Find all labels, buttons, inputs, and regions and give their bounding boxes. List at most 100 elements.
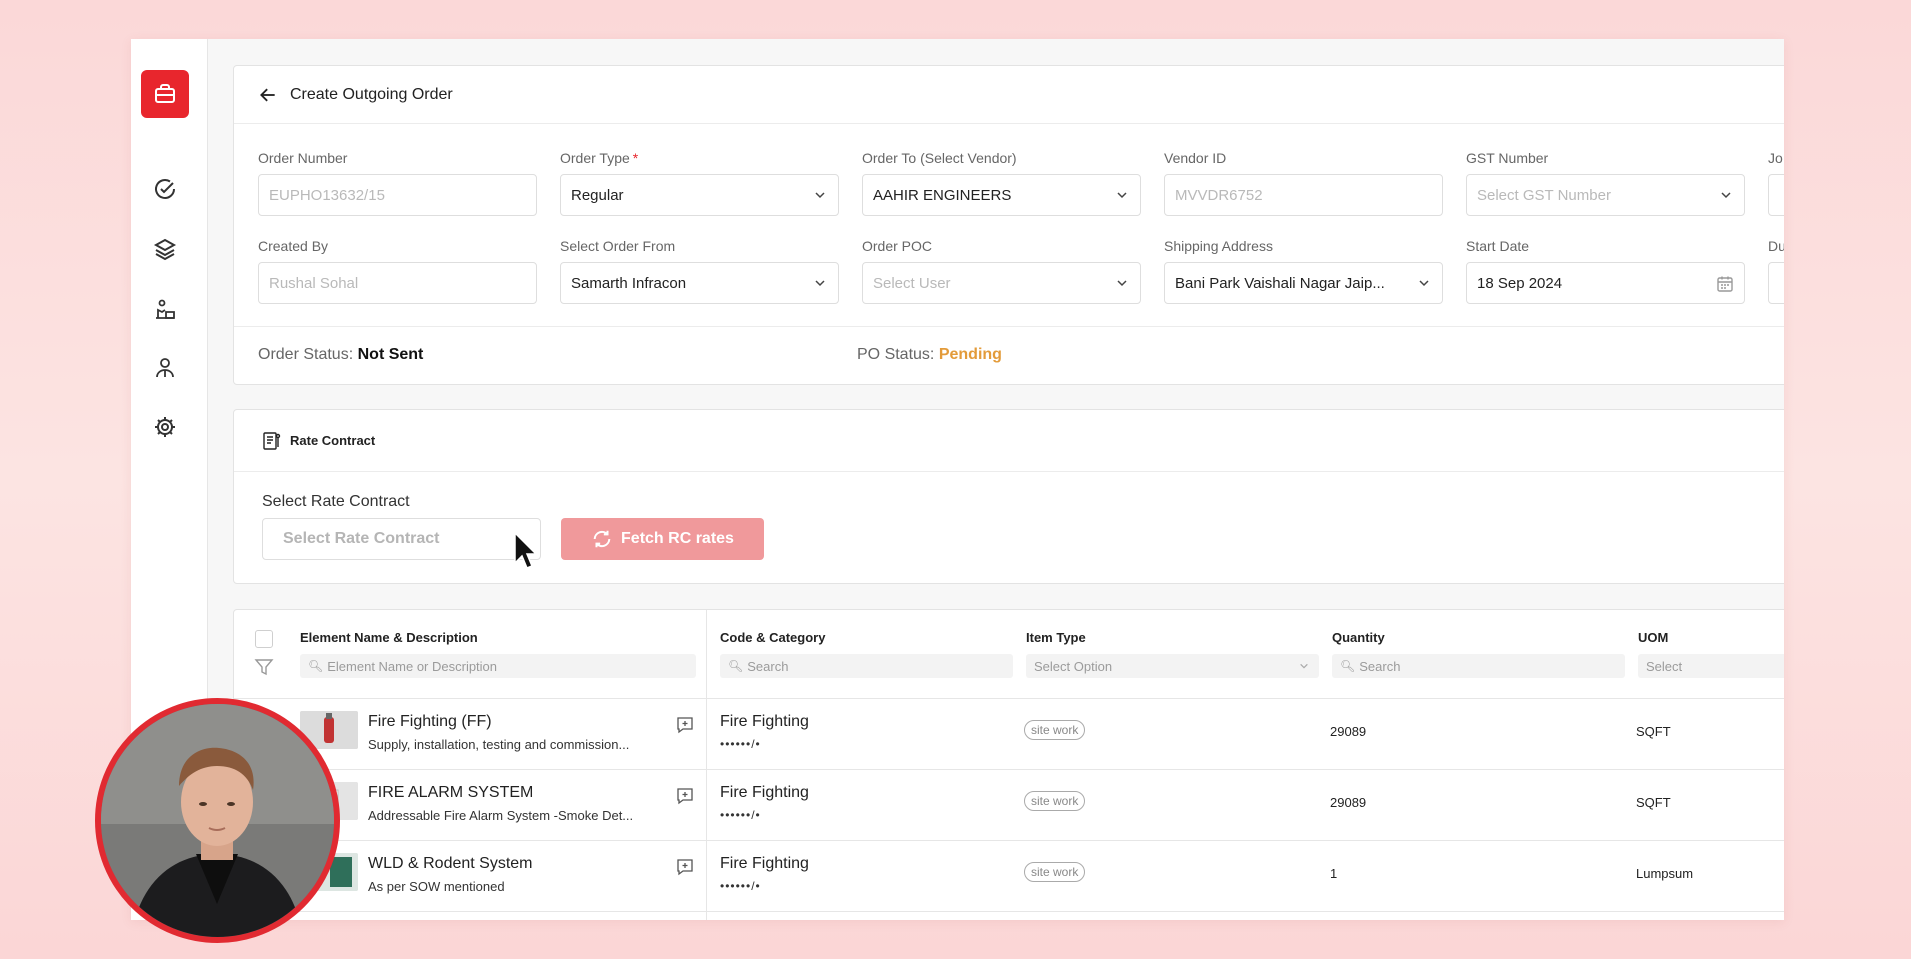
table-row[interactable]: Fire Fighting (FF) Supply, installation,…	[234, 699, 1784, 769]
col-header-quantity[interactable]: Quantity	[1332, 630, 1385, 645]
order-form-card: Create Outgoing Order Order Number EUPHO…	[233, 65, 1784, 385]
created-by-field: Created By Rushal Sohal	[258, 238, 537, 304]
code-filter-input[interactable]: 🔍︎ Search	[720, 654, 1013, 678]
item-description: Addressable Fire Alarm System -Smoke Det…	[368, 808, 634, 823]
comment-icon[interactable]	[675, 715, 695, 735]
user-icon	[156, 358, 174, 378]
order-to-select[interactable]: AAHIR ENGINEERS	[862, 174, 1141, 216]
chevron-down-icon	[1721, 192, 1731, 199]
order-poc-label: Order POC	[862, 238, 933, 254]
order-status: Order Status: Not Sent	[258, 346, 423, 364]
vendor-id-input[interactable]: MVVDR6752	[1164, 174, 1443, 216]
cut-off-input-1[interactable]	[1768, 174, 1784, 216]
chevron-down-icon	[1117, 280, 1127, 287]
item-name: WLD & Rodent System	[368, 855, 533, 872]
cut-off-label-1: Jo	[1768, 150, 1783, 166]
gst-number-field: GST Number Select GST Number	[1466, 150, 1745, 216]
order-from-label: Select Order From	[560, 238, 676, 254]
shipping-address-select[interactable]: Bani Park Vaishali Nagar Jaip...	[1164, 262, 1443, 304]
order-from-select[interactable]: Samarth Infracon	[560, 262, 839, 304]
uom-value: Lumpsum	[1636, 866, 1694, 881]
comment-icon[interactable]	[675, 786, 695, 806]
sidebar-item-settings[interactable]	[141, 403, 189, 451]
status-divider	[234, 326, 1784, 327]
rate-contract-select[interactable]: Select Rate Contract	[262, 518, 541, 560]
gst-number-select[interactable]: Select GST Number	[1466, 174, 1745, 216]
start-date-field: Start Date 18 Sep 2024	[1466, 238, 1745, 304]
sidebar-item-users[interactable]	[141, 344, 189, 392]
created-by-input[interactable]: Rushal Sohal	[258, 262, 537, 304]
order-poc-select[interactable]: Select User	[862, 262, 1141, 304]
sidebar-item-tasks[interactable]	[141, 166, 189, 214]
mouse-cursor-icon	[514, 531, 538, 569]
col-header-element[interactable]: Element Name & Description	[300, 630, 478, 645]
sidebar-item-workers[interactable]	[141, 285, 189, 333]
col-header-code[interactable]: Code & Category	[720, 630, 825, 645]
item-type-badge: site work	[1024, 791, 1086, 811]
chevron-down-icon	[815, 280, 825, 287]
code-category: Fire Fighting	[720, 784, 809, 801]
order-type-select[interactable]: Regular	[560, 174, 839, 216]
select-all-checkbox[interactable]	[255, 630, 273, 648]
rate-contract-card: Rate Contract Select Rate Contract Selec…	[233, 409, 1784, 584]
rate-contract-icon	[263, 431, 281, 450]
rate-contract-label: Select Rate Contract	[262, 493, 410, 510]
item-description: As per SOW mentioned	[368, 879, 505, 894]
order-from-field: Select Order From Samarth Infracon	[560, 238, 839, 304]
search-icon: 🔍︎	[308, 659, 324, 673]
gst-number-label: GST Number	[1466, 150, 1549, 166]
worker-icon	[156, 299, 175, 319]
order-number-input[interactable]: EUPHO13632/15	[258, 174, 537, 216]
rate-contract-title: Rate Contract	[290, 433, 376, 448]
shipping-address-label: Shipping Address	[1164, 238, 1273, 254]
quantity-filter-input[interactable]: 🔍︎ Search	[1332, 654, 1625, 678]
refresh-icon	[593, 530, 611, 548]
code-category: Fire Fighting	[720, 713, 809, 730]
gear-icon	[155, 417, 175, 437]
po-status-value: Pending	[938, 346, 1002, 363]
search-icon: 🔍︎	[728, 659, 744, 673]
fetch-rc-rates-button[interactable]: Fetch RC rates	[561, 518, 764, 560]
uom-value: SQFT	[1636, 795, 1671, 810]
table-row[interactable]: FIRE ALARM SYSTEM Addressable Fire Alarm…	[234, 770, 1784, 840]
presenter-image	[101, 704, 334, 937]
col-header-item-type[interactable]: Item Type	[1026, 630, 1086, 645]
back-arrow-icon[interactable]	[258, 85, 278, 105]
code-value: ••••••/•	[720, 737, 761, 751]
order-to-label: Order To (Select Vendor)	[862, 150, 1017, 166]
comment-icon[interactable]	[675, 857, 695, 877]
page-title: Create Outgoing Order	[290, 85, 453, 103]
item-type-badge: site work	[1024, 862, 1086, 882]
calendar-icon[interactable]	[1716, 275, 1734, 293]
chevron-down-icon	[1419, 280, 1429, 287]
briefcase-icon	[155, 84, 175, 103]
po-status: PO Status: Pending	[857, 346, 1002, 364]
item-type-badge: site work	[1024, 720, 1086, 740]
order-number-label: Order Number	[258, 150, 348, 166]
chevron-down-icon	[1300, 663, 1308, 669]
uom-filter-select[interactable]: Select	[1638, 654, 1784, 678]
table-row[interactable]: WLD & Rodent System As per SOW mentioned…	[234, 841, 1784, 911]
code-category: Fire Fighting	[720, 855, 809, 872]
element-filter-input[interactable]: 🔍︎ Element Name or Description	[300, 654, 696, 678]
cut-off-input-2[interactable]	[1768, 262, 1784, 304]
item-name: Fire Fighting (FF)	[368, 713, 492, 730]
webcam-overlay	[95, 698, 340, 943]
order-to-field: Order To (Select Vendor) AAHIR ENGINEERS	[862, 150, 1141, 216]
sidebar-item-orders[interactable]	[141, 70, 189, 118]
code-value: ••••••/•	[720, 808, 761, 822]
cut-off-label-2: Du	[1768, 238, 1784, 254]
layers-icon	[153, 238, 177, 261]
order-poc-field: Order POC Select User	[862, 238, 1141, 304]
order-status-label: Order Status:	[258, 346, 354, 363]
start-date-input[interactable]: 18 Sep 2024	[1466, 262, 1745, 304]
item-type-filter-select[interactable]: Select Option	[1026, 654, 1319, 678]
chevron-down-icon	[815, 192, 825, 199]
col-header-uom[interactable]: UOM	[1638, 630, 1668, 645]
sidebar-item-layers[interactable]	[141, 225, 189, 273]
filter-icon[interactable]	[254, 657, 274, 677]
chevron-down-icon	[1117, 192, 1127, 199]
item-name: FIRE ALARM SYSTEM	[368, 784, 534, 801]
search-icon: 🔍︎	[1340, 659, 1356, 673]
order-status-value: Not Sent	[357, 346, 424, 363]
